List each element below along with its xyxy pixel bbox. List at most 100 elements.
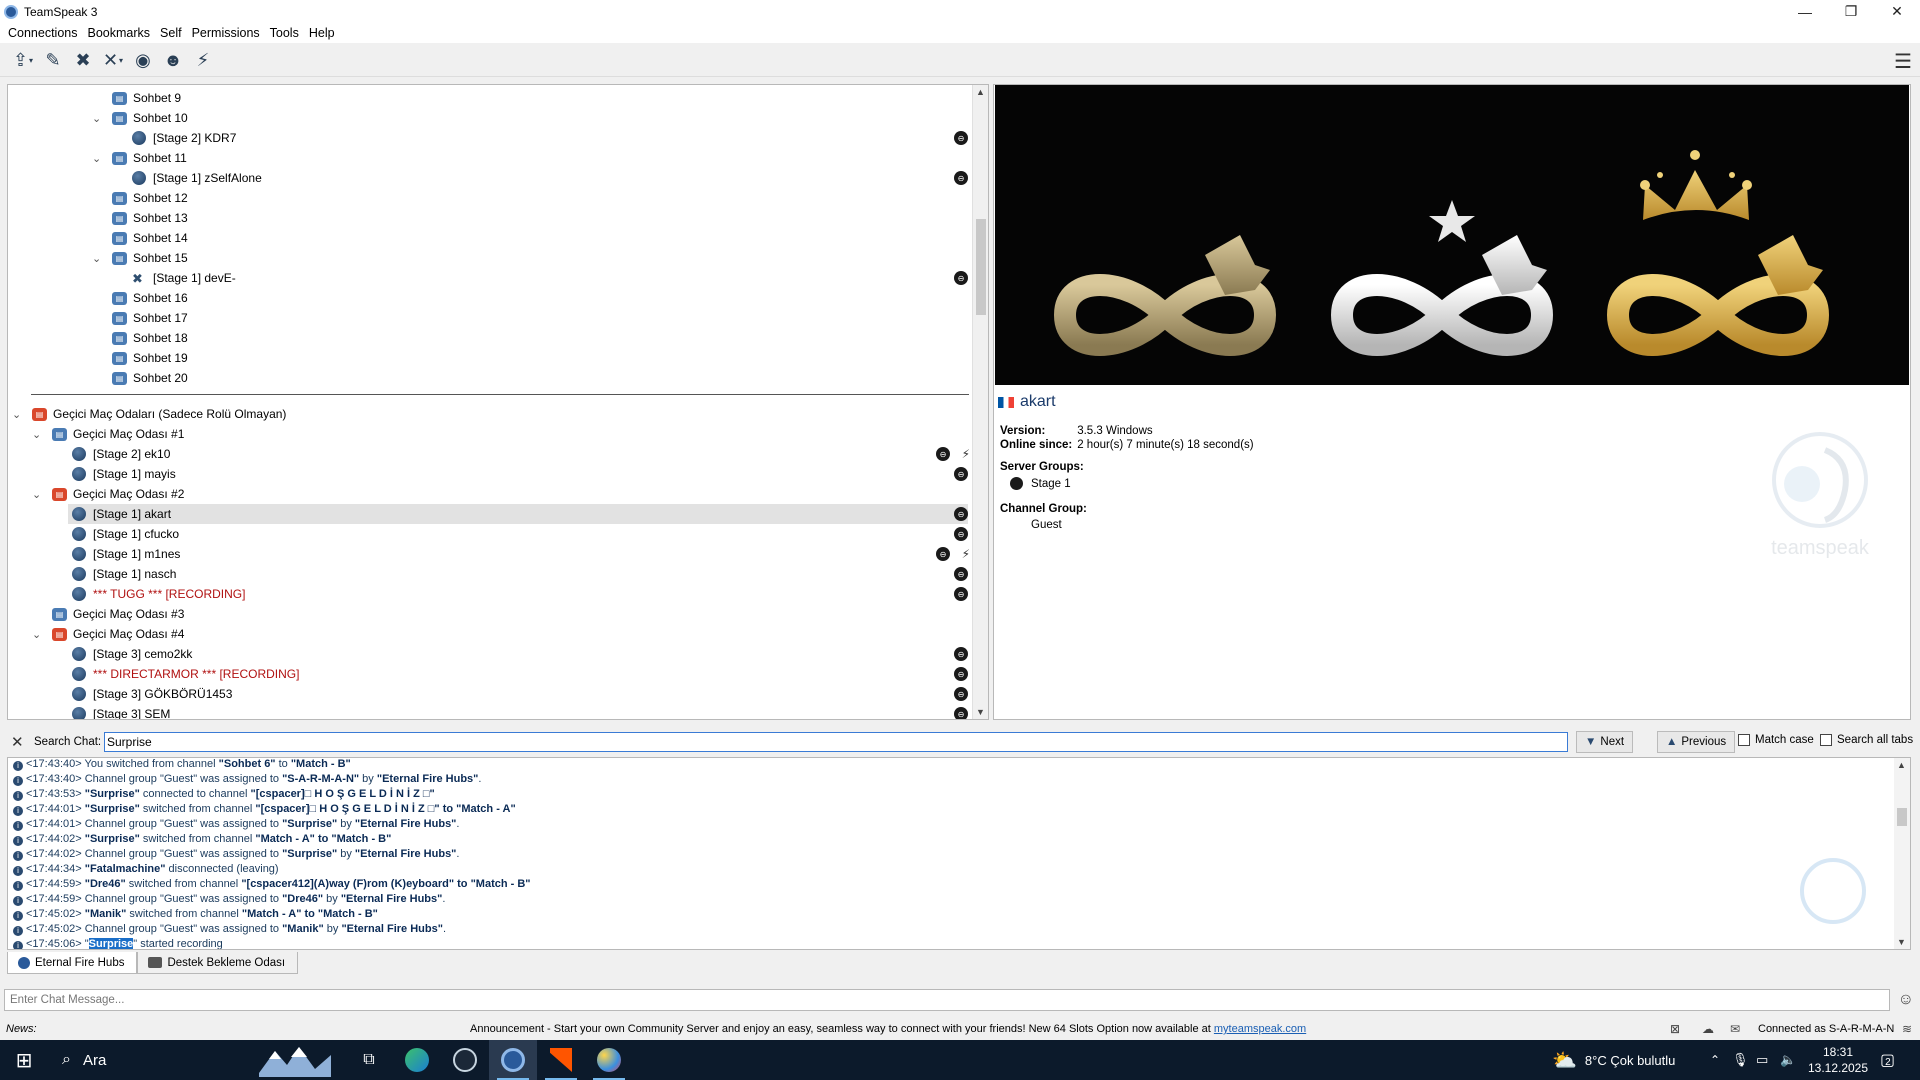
client-row[interactable]: [Stage 1] m1nes ⊖ ⚡: [8, 544, 970, 564]
scrollbar-thumb[interactable]: [976, 219, 986, 315]
chat-scrollbar[interactable]: ▲ ▼: [1894, 758, 1910, 949]
client-row-selected[interactable]: [Stage 1] akart ⊖: [68, 504, 968, 524]
chat-line: i <17:44:59> "Dre46" switched from channe…: [13, 878, 531, 891]
chat-line: i <17:43:40> Channel group "Guest" was as…: [13, 773, 481, 786]
contacts-icon[interactable]: ☻: [160, 49, 186, 73]
menu-permissions[interactable]: Permissions: [187, 26, 265, 40]
chevron-down-icon[interactable]: ⌄: [32, 488, 41, 501]
layout-icon[interactable]: ☰: [1894, 49, 1912, 74]
info-icon: i: [13, 926, 23, 936]
close-button[interactable]: ✕: [1874, 0, 1920, 23]
scroll-down-icon[interactable]: ▼: [1897, 937, 1906, 947]
client-row[interactable]: *** TUGG *** [RECORDING] ⊖: [8, 584, 968, 604]
channel-row[interactable]: ⌄ ▤ Sohbet 15: [8, 248, 968, 268]
network-icon[interactable]: ▭: [1756, 1040, 1768, 1080]
paint-icon[interactable]: [585, 1040, 633, 1080]
channel-row[interactable]: ⌄ ▤ Geçici Maç Odaları (Sadece Rolü Olmaya…: [8, 404, 968, 424]
client-row[interactable]: [Stage 3] SEM ⊖: [8, 704, 968, 719]
previous-button[interactable]: ▲ Previous: [1657, 731, 1736, 753]
chat-message-input[interactable]: Enter Chat Message...: [4, 989, 1890, 1011]
chevron-down-icon[interactable]: ⌄: [32, 428, 41, 441]
tree-scrollbar[interactable]: ▲ ▼: [972, 85, 988, 719]
channel-row[interactable]: ▤ Sohbet 20: [8, 368, 968, 388]
channel-row[interactable]: ▤ Sohbet 18: [8, 328, 968, 348]
tab-channel[interactable]: Destek Bekleme Odası: [137, 952, 299, 974]
close-search-icon[interactable]: ✕: [11, 733, 24, 751]
channel-row[interactable]: ▤ Sohbet 17: [8, 308, 968, 328]
channel-row[interactable]: ▤ Sohbet 14: [8, 228, 968, 248]
client-row[interactable]: [Stage 1] mayis ⊖: [8, 464, 968, 484]
connect-icon[interactable]: ⇪ ▾: [10, 49, 36, 73]
scrollbar-thumb[interactable]: [1897, 808, 1907, 826]
chevron-down-icon[interactable]: ⌄: [12, 408, 21, 421]
windows-start-icon[interactable]: ⊞: [8, 1040, 40, 1080]
checkbox-box[interactable]: [1820, 734, 1832, 746]
emoticon-icon[interactable]: ☺: [1898, 991, 1914, 1009]
client-row[interactable]: [Stage 1] zSelfAlone ⊖: [8, 168, 968, 188]
scroll-down-icon[interactable]: ▼: [976, 707, 985, 717]
chevron-down-icon[interactable]: ⌄: [32, 628, 41, 641]
client-row[interactable]: ✖ [Stage 1] devE- ⊖: [8, 268, 968, 288]
edge-icon[interactable]: [393, 1040, 441, 1080]
chat-log[interactable]: i <17:43:40> You switched from channel "S…: [7, 757, 1911, 950]
menu-help[interactable]: Help: [304, 26, 340, 40]
weather-widget[interactable]: ⛅ 8°C Çok bulutlu: [1552, 1040, 1675, 1080]
next-button[interactable]: ▼ Next: [1576, 731, 1634, 753]
taskbar-search[interactable]: ⌕ Ara: [48, 1040, 258, 1080]
client-row[interactable]: [Stage 2] KDR7 ⊖: [8, 128, 968, 148]
steam-icon[interactable]: [441, 1040, 489, 1080]
menu-bookmarks[interactable]: Bookmarks: [83, 26, 156, 40]
channel-row[interactable]: ▤ Sohbet 13: [8, 208, 968, 228]
task-view-icon[interactable]: ⧉: [345, 1040, 393, 1080]
mute-microphone-icon[interactable]: ✖: [70, 49, 96, 73]
announcement-link[interactable]: myteamspeak.com: [1214, 1023, 1306, 1035]
channel-row[interactable]: ▤ Geçici Maç Odası #3: [8, 604, 968, 624]
faceit-icon[interactable]: [537, 1040, 585, 1080]
menu-tools[interactable]: Tools: [265, 26, 304, 40]
client-row[interactable]: [Stage 3] GÖKBÖRÜ1453 ⊖: [8, 684, 968, 704]
client-row[interactable]: [Stage 1] cfucko ⊖: [8, 524, 968, 544]
clock[interactable]: 18:31 13.12.2025: [1806, 1040, 1870, 1080]
scroll-up-icon[interactable]: ▲: [1897, 760, 1906, 770]
channel-row[interactable]: ⌄ ▤ Sohbet 11: [8, 148, 968, 168]
channel-row[interactable]: ▤ Sohbet 12: [8, 188, 968, 208]
client-row[interactable]: [Stage 1] nasch ⊖: [8, 564, 968, 584]
checkbox-box[interactable]: [1738, 734, 1750, 746]
notification-center-icon[interactable]: ▢ 2: [1880, 1040, 1895, 1080]
client-row[interactable]: [Stage 2] ek10 ⊖ ⚡: [8, 444, 970, 464]
chevron-down-icon[interactable]: ⌄: [92, 152, 101, 165]
channel-row[interactable]: ▤ Sohbet 19: [8, 348, 968, 368]
restore-button[interactable]: ❐: [1828, 0, 1874, 23]
whisper-icon[interactable]: ⚡: [190, 49, 216, 73]
close-news-icon[interactable]: ⊠: [1670, 1022, 1680, 1036]
channel-row[interactable]: ▤ Sohbet 9: [8, 88, 968, 108]
menu-connections[interactable]: Connections: [3, 26, 83, 40]
channel-row[interactable]: ⌄ ▤ Geçici Maç Odası #4: [8, 624, 968, 644]
search-all-tabs-checkbox[interactable]: Search all tabs: [1820, 734, 1913, 746]
chevron-down-icon[interactable]: ⌄: [92, 252, 101, 265]
info-icon: i: [13, 821, 23, 831]
channel-row[interactable]: ⌄ ▤ Geçici Maç Odası #1: [8, 424, 968, 444]
minimize-button[interactable]: —: [1782, 0, 1828, 23]
channel-row[interactable]: ▤ Sohbet 16: [8, 288, 968, 308]
menu-self[interactable]: Self: [155, 26, 187, 40]
mail-icon[interactable]: ✉: [1730, 1022, 1740, 1036]
search-input[interactable]: [104, 732, 1568, 752]
teamspeak-taskbar-icon[interactable]: [489, 1040, 537, 1080]
chat-line: i <17:44:01> Channel group "Guest" was as…: [13, 818, 459, 831]
chevron-down-icon[interactable]: ⌄: [92, 112, 101, 125]
away-icon[interactable]: ◉: [130, 49, 156, 73]
disconnect-icon[interactable]: ✎: [40, 49, 66, 73]
search-highlight-image-icon[interactable]: [255, 1040, 335, 1080]
client-row[interactable]: [Stage 3] cemo2kk ⊖: [8, 644, 968, 664]
client-row[interactable]: *** DIRECTARMOR *** [RECORDING] ⊖: [8, 664, 968, 684]
scroll-up-icon[interactable]: ▲: [976, 87, 985, 97]
show-hidden-icons[interactable]: ⌃: [1710, 1040, 1720, 1080]
mute-speakers-icon[interactable]: ✕ ▾: [100, 49, 126, 73]
tab-server[interactable]: Eternal Fire Hubs: [7, 952, 138, 974]
channel-row[interactable]: ⌄ ▤ Geçici Maç Odası #2: [8, 484, 968, 504]
match-case-checkbox[interactable]: Match case: [1738, 734, 1814, 746]
microphone-icon[interactable]: 🎙: [1732, 1040, 1749, 1080]
volume-icon[interactable]: 🔈: [1780, 1040, 1796, 1080]
channel-row[interactable]: ⌄ ▤ Sohbet 10: [8, 108, 968, 128]
